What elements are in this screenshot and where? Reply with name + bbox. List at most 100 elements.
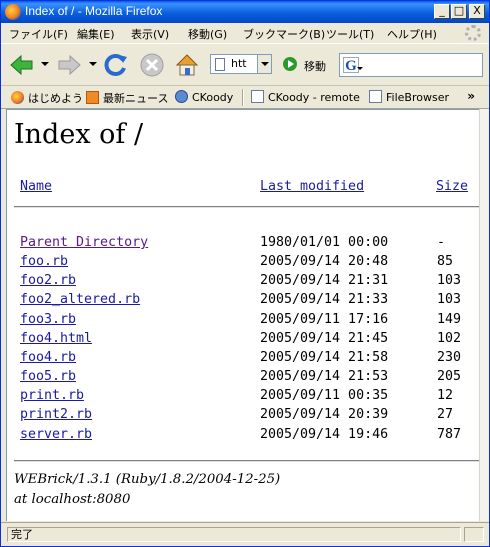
row-modified: 2005/09/11 00:35 <box>260 388 389 403</box>
maximize-button[interactable]: □ <box>451 4 467 19</box>
parent-directory-link[interactable]: Parent Directory <box>20 235 148 250</box>
table-row: print.rb 2005/09/11 00:35 12 <box>7 388 479 407</box>
bookmark-filebrowser[interactable]: FileBrowser <box>369 90 449 106</box>
row-size: - <box>437 235 446 250</box>
row-size: 103 <box>437 292 462 307</box>
home-icon[interactable] <box>174 52 200 78</box>
menu-file[interactable]: ファイル(F) <box>9 26 68 42</box>
menu-tools[interactable]: ツール(T) <box>326 26 374 42</box>
column-header-last-modified[interactable]: Last modified <box>260 179 364 194</box>
bookmark-ckoody[interactable]: CKoody <box>175 90 233 106</box>
file-link[interactable]: server.rb <box>20 427 92 442</box>
menu-help[interactable]: ヘルプ(H) <box>387 26 437 42</box>
menu-go[interactable]: 移動(G) <box>188 26 227 42</box>
bookmark-ckoody-remote[interactable]: CKoody - remote <box>251 90 360 106</box>
google-search-icon[interactable]: G <box>343 57 359 74</box>
row-size: 85 <box>437 254 454 269</box>
row-modified: 2005/09/14 21:31 <box>260 273 389 288</box>
column-header-name[interactable]: Name <box>20 179 52 194</box>
table-row: foo2_altered.rb 2005/09/14 21:33 103 <box>7 292 479 311</box>
reload-icon[interactable] <box>103 52 129 78</box>
status-text: 完了 <box>7 527 461 542</box>
forward-arrow-icon[interactable] <box>56 52 82 78</box>
minimize-button[interactable]: _ <box>434 4 450 19</box>
url-value: htt <box>231 57 247 70</box>
table-row: Parent Directory 1980/01/01 00:00 - <box>7 235 479 254</box>
search-engine-dropdown-icon[interactable] <box>357 67 363 70</box>
forward-dropdown-icon[interactable] <box>89 62 97 66</box>
row-size: 103 <box>437 273 462 288</box>
file-link[interactable]: foo5.rb <box>20 369 76 384</box>
browser-window: Index of / - Mozilla Firefox _ □ X ファイル(… <box>0 0 490 547</box>
menu-bar: ファイル(F) 編集(E) 表示(V) 移動(G) ブックマーク(B) ツール(… <box>1 23 489 43</box>
row-modified: 2005/09/11 17:16 <box>260 312 389 327</box>
vertical-scrollbar[interactable] <box>479 109 489 521</box>
file-link[interactable]: foo.rb <box>20 254 68 269</box>
menu-bookmarks[interactable]: ブックマーク(B) <box>243 26 325 42</box>
server-signature: WEBrick/1.3.1 (Ruby/1.8.2/2004-12-25) at… <box>14 470 280 510</box>
row-size: 149 <box>437 312 462 327</box>
row-modified: 2005/09/14 20:39 <box>260 407 389 422</box>
url-dropdown-button[interactable] <box>257 55 271 73</box>
divider <box>14 206 479 208</box>
divider <box>14 460 479 462</box>
table-row: foo.rb 2005/09/14 20:48 85 <box>7 254 479 273</box>
page-icon <box>251 90 264 103</box>
firefox-icon <box>11 91 24 104</box>
bookmark-label: はじめよう <box>28 92 83 105</box>
bookmarks-toolbar: はじめよう 最新ニュース CKoody CKoody - remote File… <box>1 85 489 109</box>
row-size: 102 <box>437 331 462 346</box>
table-row: foo4.rb 2005/09/14 21:58 230 <box>7 350 479 369</box>
row-size: 27 <box>437 407 454 422</box>
file-link[interactable]: print2.rb <box>20 407 92 422</box>
menu-edit[interactable]: 編集(E) <box>77 26 115 42</box>
bookmark-label: CKoody <box>192 91 234 104</box>
url-input[interactable]: htt <box>210 54 272 74</box>
close-button[interactable]: X <box>469 4 485 19</box>
file-link[interactable]: foo4.rb <box>20 350 76 365</box>
bookmark-getting-started[interactable]: はじめよう <box>11 90 83 106</box>
table-row: foo2.rb 2005/09/14 21:31 103 <box>7 273 479 292</box>
file-link[interactable]: foo3.rb <box>20 312 76 327</box>
row-size: 230 <box>437 350 462 365</box>
table-row: foo3.rb 2005/09/11 17:16 149 <box>7 312 479 331</box>
file-link[interactable]: foo4.html <box>20 331 92 346</box>
go-icon[interactable] <box>283 57 297 71</box>
table-row: server.rb 2005/09/14 19:46 787 <box>7 427 479 446</box>
search-input[interactable]: G <box>339 53 483 77</box>
file-link[interactable]: foo2_altered.rb <box>20 292 140 307</box>
status-panel <box>464 527 484 542</box>
page-icon <box>369 90 382 103</box>
row-modified: 2005/09/14 21:58 <box>260 350 389 365</box>
row-modified: 2005/09/14 20:48 <box>260 254 389 269</box>
bookmark-label: FileBrowser <box>386 91 449 104</box>
table-row: foo5.rb 2005/09/14 21:53 205 <box>7 369 479 388</box>
column-header-size[interactable]: Size <box>436 179 468 194</box>
row-modified: 2005/09/14 21:33 <box>260 292 389 307</box>
page-icon <box>215 58 225 71</box>
back-dropdown-icon[interactable] <box>41 62 49 66</box>
bookmark-label: 最新ニュース <box>103 92 169 105</box>
navigation-toolbar: htt 移動 G <box>1 43 489 85</box>
file-link[interactable]: print.rb <box>20 388 84 403</box>
stop-icon[interactable] <box>139 52 165 78</box>
row-modified: 2005/09/14 19:46 <box>260 427 389 442</box>
row-size: 787 <box>437 427 462 442</box>
row-modified: 1980/01/01 00:00 <box>260 235 389 250</box>
status-bar: 完了 <box>1 522 489 546</box>
bookmarks-overflow-chevron-icon[interactable]: » <box>467 89 475 103</box>
server-host: at localhost:8080 <box>14 492 131 507</box>
back-arrow-icon[interactable] <box>9 52 35 78</box>
bookmark-latest-news[interactable]: 最新ニュース <box>86 90 168 106</box>
page-heading: Index of / <box>14 119 144 150</box>
menu-view[interactable]: 表示(V) <box>131 26 169 42</box>
page-content: Index of / Name Last modified Size Paren… <box>6 109 479 521</box>
firefox-logo-icon <box>5 4 21 20</box>
row-modified: 2005/09/14 21:53 <box>260 369 389 384</box>
go-button-label[interactable]: 移動 <box>304 58 326 74</box>
bookmark-label: CKoody - remote <box>268 91 360 104</box>
rss-feed-icon <box>86 91 99 104</box>
title-bar[interactable]: Index of / - Mozilla Firefox _ □ X <box>1 1 489 23</box>
file-link[interactable]: foo2.rb <box>20 273 76 288</box>
window-title: Index of / - Mozilla Firefox <box>25 4 163 18</box>
